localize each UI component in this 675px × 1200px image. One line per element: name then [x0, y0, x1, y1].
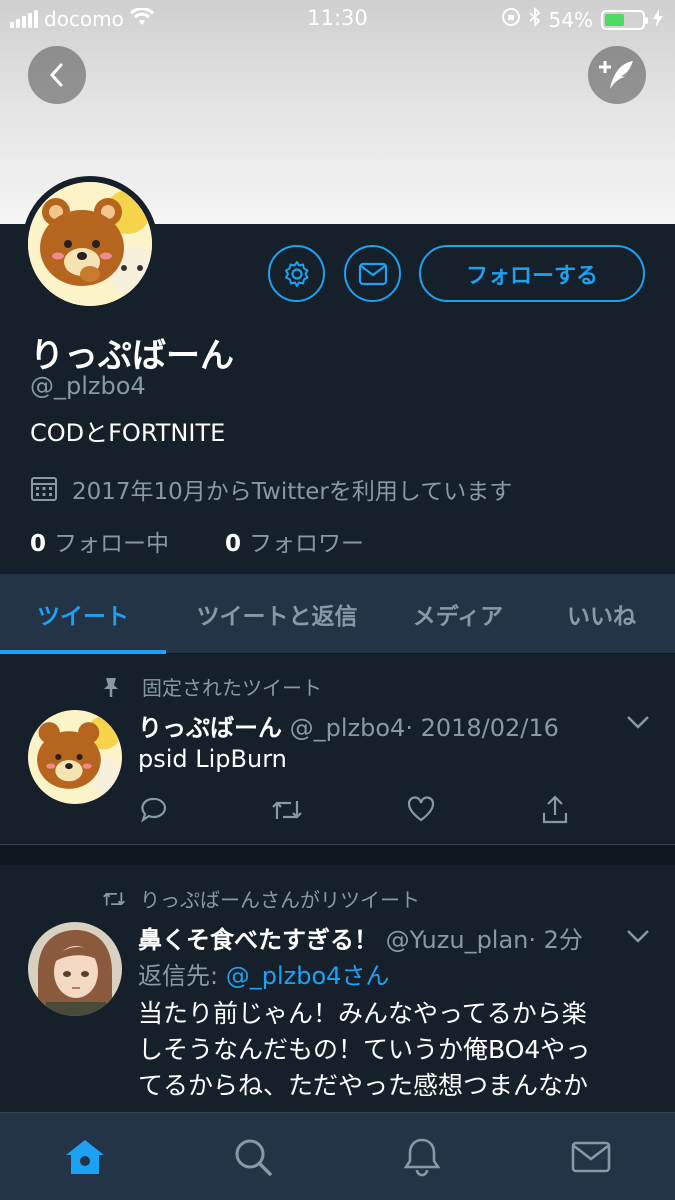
status-bar: docomo 11:30 54%: [0, 0, 675, 38]
home-tab[interactable]: [61, 1133, 109, 1181]
tweet-author-handle[interactable]: @Yuzu_plan: [386, 926, 529, 954]
back-button[interactable]: [28, 46, 86, 104]
divider: [0, 845, 675, 865]
retweet-icon: [103, 891, 125, 906]
search-tab[interactable]: [229, 1133, 277, 1181]
battery-percent: 54%: [548, 7, 593, 32]
compose-button[interactable]: [588, 46, 646, 104]
joined-date: 2017年10月からTwitterを利用しています: [30, 472, 512, 506]
retweet-context: りっぷばーんさんがリツイート: [100, 884, 420, 913]
chevron-down-icon[interactable]: [625, 714, 651, 730]
tweet-text: psid LipBurn: [138, 745, 287, 773]
notifications-tab[interactable]: [398, 1133, 446, 1181]
followers-link[interactable]: 0 フォロワー: [225, 524, 364, 558]
chevron-left-icon: [49, 63, 63, 87]
tweet-avatar[interactable]: [28, 710, 122, 804]
tweet-author-name[interactable]: 鼻くそ食べたすぎる！: [138, 926, 378, 954]
messages-tab[interactable]: [567, 1133, 615, 1181]
tab-tweets[interactable]: ツイート: [0, 574, 166, 654]
settings-button[interactable]: [268, 245, 325, 302]
reply-mention-link[interactable]: @_plzbo4さん: [226, 962, 390, 990]
pin-icon: [104, 677, 118, 697]
bottom-navigation: [0, 1112, 675, 1200]
reply-to: 返信先: @_plzbo4さん: [138, 962, 390, 990]
profile-name: りっぷばーん: [30, 336, 234, 376]
home-icon: [66, 1140, 104, 1174]
chevron-down-icon[interactable]: [625, 928, 651, 944]
tweet-header: 鼻くそ食べたすぎる！ @Yuzu_plan· 2分: [138, 920, 583, 955]
tab-tweets-and-replies[interactable]: ツイートと返信: [166, 574, 388, 654]
mail-icon: [571, 1141, 611, 1173]
bear-avatar-image: [28, 710, 122, 804]
like-icon[interactable]: [406, 795, 436, 827]
following-link[interactable]: 0 フォロー中: [30, 524, 169, 558]
calendar-icon: [31, 477, 57, 501]
rotation-lock-icon: [501, 7, 521, 32]
tweet-text: 当たり前じゃん！みんなやってるから楽 しそうなんだもの！ていうか俺BO4やっ て…: [138, 999, 591, 1100]
bell-icon: [403, 1138, 441, 1177]
tweet-header: りっぷばーん @_plzbo4· 2018/02/16: [138, 708, 559, 743]
pinned-context: 固定されたツイート: [100, 672, 322, 701]
tweet-actions: [138, 795, 598, 825]
battery-icon: [601, 9, 648, 30]
reply-icon[interactable]: [138, 795, 168, 829]
share-icon[interactable]: [540, 795, 570, 829]
tab-media[interactable]: メディア: [388, 574, 528, 654]
profile-bio: CODとFORTNITE: [30, 419, 226, 447]
bluetooth-icon: [528, 6, 541, 32]
profile-tabs: ツイート ツイートと返信 メディア いいね: [0, 574, 675, 654]
gear-icon: [284, 260, 308, 287]
tab-likes[interactable]: いいね: [528, 574, 675, 654]
tweet-avatar[interactable]: [28, 922, 122, 1016]
profile-avatar[interactable]: [22, 176, 158, 312]
tweet-date: · 2分: [528, 926, 583, 954]
follow-button[interactable]: フォローする: [419, 245, 645, 302]
charging-icon: [653, 8, 663, 32]
tweet-author-handle[interactable]: @_plzbo4: [290, 714, 406, 742]
retweet-icon[interactable]: [270, 795, 304, 829]
message-button[interactable]: [344, 245, 401, 302]
joined-label: 2017年10月からTwitterを利用しています: [72, 479, 513, 505]
bear-avatar-image: [28, 182, 152, 306]
compose-tweet-icon: [599, 61, 633, 89]
anime-avatar-image: [28, 922, 122, 1016]
follow-counts: 0 フォロー中 0 フォロワー: [30, 524, 364, 558]
tweet-author-name[interactable]: りっぷばーん: [138, 714, 282, 742]
mail-icon: [358, 262, 387, 285]
search-icon: [235, 1139, 272, 1176]
tweet-date: · 2018/02/16: [405, 714, 559, 742]
profile-handle: @_plzbo4: [30, 372, 146, 400]
